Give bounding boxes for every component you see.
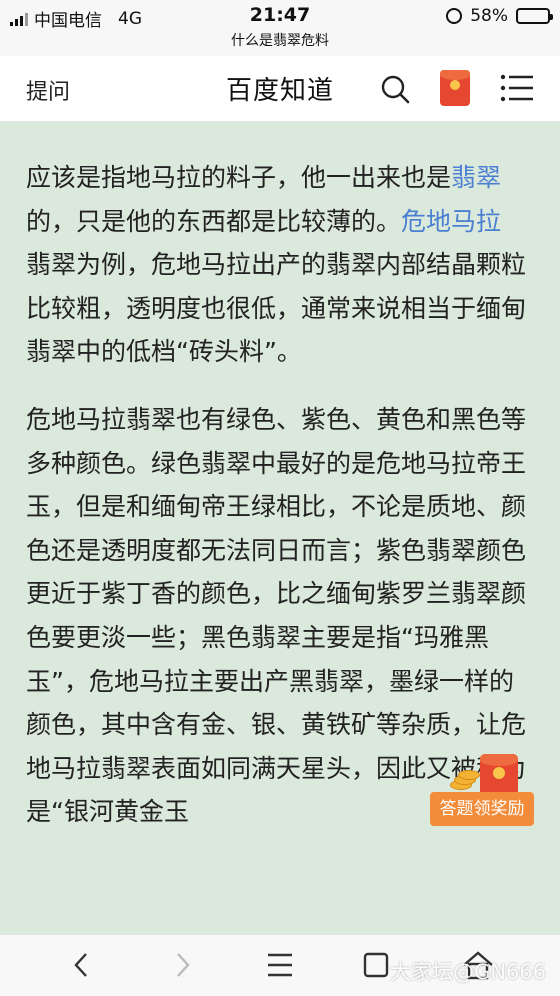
rotation-lock-icon [446, 8, 463, 24]
menu-icon[interactable] [262, 949, 298, 981]
answer-paragraph-2: 危地马拉翡翠也有绿色、紫色、黄色和黑色等多种颜色。绿色翡翠中最好的是危地马拉帝王… [26, 404, 527, 827]
menu-icon[interactable] [500, 74, 534, 102]
top-nav: 提问 百度知道 [0, 56, 560, 122]
battery-icon [516, 8, 553, 24]
text-segment: 应该是指地马拉的料子，他一出来也是 [26, 163, 452, 192]
forward-icon[interactable] [164, 949, 200, 981]
status-right: 58% [446, 6, 553, 26]
red-packet-icon[interactable] [440, 70, 470, 106]
link-jadeite[interactable]: 翡翠 [451, 163, 501, 192]
battery-percent: 58% [470, 6, 508, 26]
status-bar: 中国电信 4G 21:47 58% 什么是翡翠危料 [0, 0, 560, 56]
answer-paragraph-1: 应该是指地马拉的料子，他一出来也是翡翠的，只是他的东西都是比较薄的。危地马拉翡翠… [26, 156, 526, 374]
page-url-title: 什么是翡翠危料 [231, 33, 329, 49]
search-icon[interactable] [380, 74, 410, 104]
watermark: 大家坛@GN666 [390, 960, 547, 984]
answer-reward-button[interactable]: 答题领奖励 [430, 792, 534, 826]
answer-content: 应该是指地马拉的料子，他一出来也是翡翠的，只是他的东西都是比较薄的。危地马拉翡翠… [26, 156, 526, 858]
back-icon[interactable] [64, 949, 100, 981]
link-guatemala[interactable]: 危地马拉 [401, 207, 501, 236]
text-segment: 翡翠为例，危地马拉出产的翡翠内部结晶颗粒比较粗，透明度也很低，通常来说相当于缅甸… [26, 250, 527, 367]
text-segment: 的，只是他的东西都是比较薄的。 [26, 206, 402, 236]
site-title: 百度知道 [225, 76, 334, 106]
gold-coins-icon [450, 770, 484, 792]
